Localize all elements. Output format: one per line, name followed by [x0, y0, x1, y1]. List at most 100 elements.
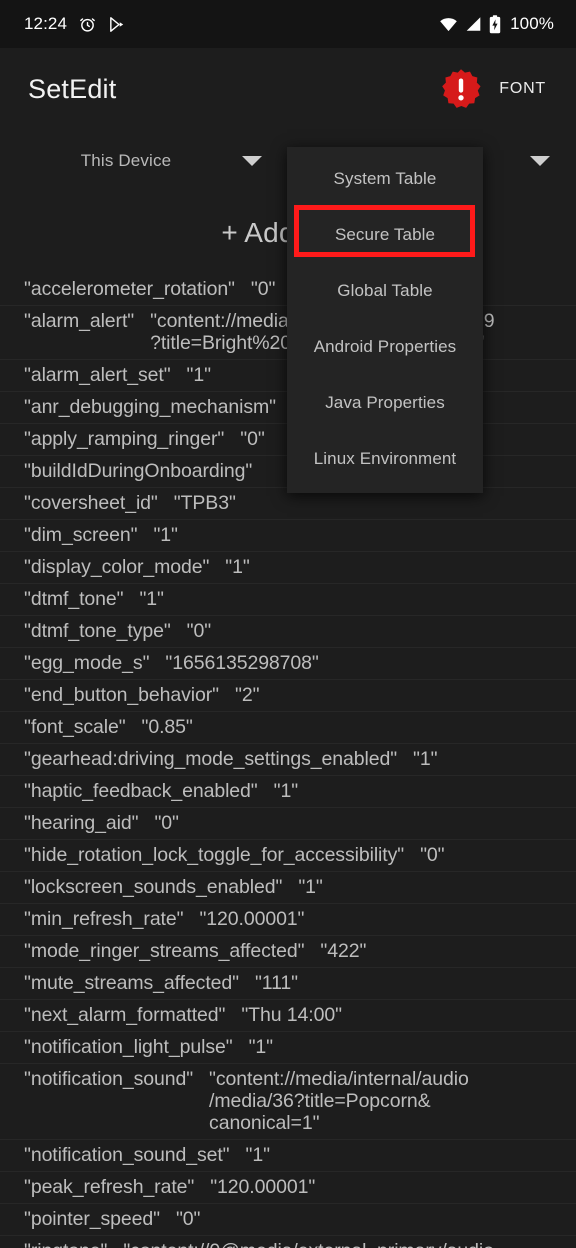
setting-row[interactable]: "dim_screen" "1" [0, 520, 576, 552]
menu-item-secure-table[interactable]: Secure Table [287, 207, 483, 263]
setting-value: "1" [413, 748, 438, 770]
setting-value: "TPB3" [173, 492, 236, 514]
wifi-icon [439, 16, 458, 32]
setting-value: "0" [240, 428, 265, 450]
setting-value: "0" [154, 812, 179, 834]
setting-row[interactable]: "notification_light_pulse" "1" [0, 1032, 576, 1064]
setting-key: "mute_streams_affected" [24, 972, 239, 994]
status-bar-left: 12:24 [24, 14, 125, 34]
setting-key: "display_color_mode" [24, 556, 210, 578]
setting-value: "2" [235, 684, 260, 706]
menu-item-linux-environment[interactable]: Linux Environment [287, 431, 483, 487]
status-bar-right: 100% [439, 14, 554, 34]
setting-key: "next_alarm_formatted" [24, 1004, 226, 1026]
setting-value: "1" [298, 876, 323, 898]
setting-row[interactable]: "peak_refresh_rate" "120.00001" [0, 1172, 576, 1204]
menu-item-system-table[interactable]: System Table [287, 151, 483, 207]
table-dropdown-menu[interactable]: System Table Secure Table Global Table Andr… [287, 147, 483, 493]
setting-key: "min_refresh_rate" [24, 908, 184, 930]
setting-row[interactable]: "lockscreen_sounds_enabled" "1" [0, 872, 576, 904]
setting-row[interactable]: "egg_mode_s" "1656135298708" [0, 648, 576, 680]
setting-key: "hide_rotation_lock_toggle_for_accessibi… [24, 844, 405, 866]
setting-value: "Thu 14:00" [241, 1004, 342, 1026]
setting-key: "dtmf_tone" [24, 588, 124, 610]
setting-value: "120.00001" [210, 1176, 316, 1198]
device-spinner[interactable]: This Device [0, 130, 288, 192]
battery-percent-label: 100% [510, 14, 554, 33]
setting-value: "0" [186, 620, 212, 642]
setting-key: "buildIdDuringOnboarding" [24, 460, 253, 482]
status-bar: 12:24 100% [0, 0, 576, 48]
setting-key: "coversheet_id" [24, 492, 158, 514]
alarm-clock-icon [79, 16, 96, 33]
page-title: SetEdit [28, 73, 117, 104]
menu-item-android-properties[interactable]: Android Properties [287, 319, 483, 375]
setting-value: "1" [225, 556, 250, 578]
setting-value: "1" [245, 1144, 270, 1166]
setting-key: "alarm_alert_set" [24, 364, 171, 386]
battery-charging-icon [489, 14, 501, 34]
setting-key: "end_button_behavior" [24, 684, 219, 706]
setting-key: "mode_ringer_streams_affected" [24, 940, 305, 962]
setting-value: "content://0@media/external_primary/audi… [123, 1240, 494, 1248]
setting-row[interactable]: "notification_sound" "content://media/int… [0, 1064, 576, 1140]
setting-row[interactable]: "next_alarm_formatted" "Thu 14:00" [0, 1000, 576, 1032]
chevron-down-icon[interactable] [530, 156, 550, 166]
setting-row[interactable]: "notification_sound_set" "1" [0, 1140, 576, 1172]
menu-item-global-table[interactable]: Global Table [287, 263, 483, 319]
menu-item-java-properties[interactable]: Java Properties [287, 375, 483, 431]
setting-value: "0.85" [141, 716, 193, 738]
cellular-signal-icon [465, 16, 482, 32]
setting-key: "apply_ramping_ringer" [24, 428, 225, 450]
setting-key: "pointer_speed" [24, 1208, 160, 1230]
setting-key: "notification_sound_set" [24, 1144, 230, 1166]
setting-key: "dim_screen" [24, 524, 138, 546]
setting-key: "gearhead:driving_mode_settings_enabled" [24, 748, 398, 770]
setting-key: "alarm_alert" [24, 310, 135, 332]
setting-value: "422" [320, 940, 367, 962]
setting-row[interactable]: "end_button_behavior" "2" [0, 680, 576, 712]
setting-row[interactable]: "hearing_aid" "0" [0, 808, 576, 840]
device-spinner-label: This Device [80, 151, 172, 170]
setting-value: "111" [254, 972, 298, 994]
status-clock: 12:24 [24, 14, 68, 33]
setting-row[interactable]: "font_scale" "0.85" [0, 712, 576, 744]
setting-value: "0" [175, 1208, 201, 1230]
app-bar: SetEdit FONT [0, 48, 576, 130]
setting-row[interactable]: "min_refresh_rate" "120.00001" [0, 904, 576, 936]
setting-key: "lockscreen_sounds_enabled" [24, 876, 283, 898]
setting-key: "notification_sound" [24, 1068, 194, 1090]
setting-value: "1" [186, 364, 211, 386]
chevron-down-icon[interactable] [242, 156, 262, 166]
setting-value: "1" [153, 524, 178, 546]
setting-row[interactable]: "gearhead:driving_mode_settings_enabled"… [0, 744, 576, 776]
setting-row[interactable]: "mode_ringer_streams_affected" "422" [0, 936, 576, 968]
setting-row[interactable]: "hide_rotation_lock_toggle_for_accessibi… [0, 840, 576, 872]
setting-value: "1656135298708" [165, 652, 319, 674]
alert-badge-icon[interactable] [439, 67, 483, 111]
setting-value: "1" [139, 588, 164, 610]
setting-row[interactable]: "dtmf_tone" "1" [0, 584, 576, 616]
setting-row[interactable]: "haptic_feedback_enabled" "1" [0, 776, 576, 808]
setting-row[interactable]: "dtmf_tone_type" "0" [0, 616, 576, 648]
setting-key: "font_scale" [24, 716, 126, 738]
setting-value: "0" [420, 844, 445, 866]
setting-key: "accelerometer_rotation" [24, 278, 235, 300]
setting-value: "0" [250, 278, 276, 300]
setting-value: "1" [273, 780, 299, 802]
setting-key: "haptic_feedback_enabled" [24, 780, 258, 802]
setting-key: "hearing_aid" [24, 812, 139, 834]
setting-value: "1" [248, 1036, 273, 1058]
setting-row[interactable]: "ringtone" "content://0@media/external_pr… [0, 1236, 576, 1248]
setting-row[interactable]: "mute_streams_affected" "111" [0, 968, 576, 1000]
setting-key: "peak_refresh_rate" [24, 1176, 195, 1198]
setting-row[interactable]: "pointer_speed" "0" [0, 1204, 576, 1236]
setting-value: "content://media/internal/audio /media/3… [209, 1068, 469, 1134]
setting-key: "egg_mode_s" [24, 652, 150, 674]
app-screen: 12:24 100% SetEdit FONT This Device + Ad… [0, 0, 576, 1248]
setting-row[interactable]: "display_color_mode" "1" [0, 552, 576, 584]
font-button[interactable]: FONT [483, 70, 558, 108]
play-store-icon [108, 16, 125, 33]
setting-key: "anr_debugging_mechanism" [24, 396, 277, 418]
setting-key: "ringtone" [24, 1240, 107, 1248]
